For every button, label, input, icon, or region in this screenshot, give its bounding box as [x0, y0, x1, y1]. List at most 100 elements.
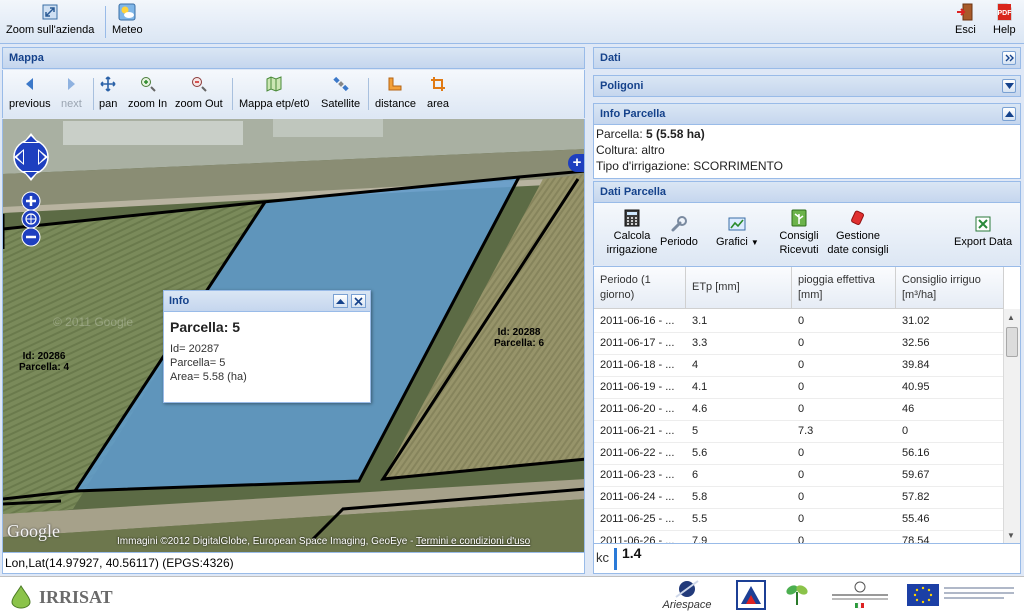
popup-collapse-button[interactable] [333, 294, 348, 308]
consigli-label: Consigli Ricevuti [779, 230, 819, 256]
poligoni-title: Poligoni [600, 80, 644, 92]
zoom-out-icon [191, 76, 207, 92]
expand-button[interactable] [1002, 79, 1016, 93]
satellite-logo-icon [675, 580, 699, 598]
zoom-control[interactable] [20, 191, 42, 247]
footer: IRRISAT Ariespace [0, 576, 1024, 614]
zoom-in-button[interactable]: zoom In [128, 76, 167, 110]
meteo-button[interactable]: Meteo [112, 3, 143, 36]
cell-consiglio: 46 [902, 403, 915, 415]
cell-periodo: 2011-06-16 - ... [600, 315, 675, 327]
export-data-button[interactable]: Export Data [954, 215, 1012, 249]
scroll-thumb[interactable] [1006, 327, 1018, 357]
collapse-button[interactable] [1002, 107, 1016, 121]
pan-button[interactable]: pan [99, 76, 117, 110]
area-button[interactable]: area [427, 76, 449, 110]
column-header-periodo[interactable]: Periodo (1 giorno) [594, 267, 686, 309]
cell-periodo: 2011-06-20 - ... [600, 403, 675, 415]
grid-header: Periodo (1 giorno) ETp [mm] pioggia effe… [594, 267, 1004, 309]
grafici-button[interactable]: Grafici ▼ [716, 215, 759, 250]
calcola-irrigazione-button[interactable]: Calcola irrigazione [606, 209, 658, 257]
dati-parcella-panel-header: Dati Parcella [593, 181, 1021, 203]
distance-label: distance [375, 98, 416, 110]
wrench-icon [670, 215, 688, 233]
consigli-ricevuti-button[interactable]: Consigli Ricevuti [776, 209, 822, 257]
irrigazione-line: Tipo d'irrigazione: SCORRIMENTO [596, 159, 784, 173]
grafici-label: Grafici ▼ [716, 236, 759, 248]
ministero-logo [828, 580, 892, 610]
cell-pioggia: 0 [798, 337, 805, 349]
table-row[interactable]: 2011-06-19 - ... 4.1 0 40.95 [594, 377, 1004, 399]
table-row[interactable]: 2011-06-17 - ... 3.3 0 32.56 [594, 333, 1004, 355]
zoom-extent-icon [41, 3, 59, 21]
toolbar-separator [105, 6, 106, 38]
column-header-pioggia[interactable]: pioggia effettiva [mm] [792, 267, 896, 309]
table-row[interactable]: 2011-06-20 - ... 4.6 0 46 [594, 399, 1004, 421]
zoom-azienda-button[interactable]: Zoom sull'azienda [6, 3, 94, 36]
area-crop-icon [430, 76, 446, 92]
ruler-icon [387, 76, 403, 92]
esci-button[interactable]: Esci [955, 3, 976, 36]
previous-button[interactable]: previous [9, 76, 51, 110]
gestione-date-button[interactable]: Gestione date consigli [824, 209, 892, 257]
ariespace-logo: Ariespace [655, 579, 719, 613]
table-row[interactable]: 2011-06-21 - ... 5 7.3 0 [594, 421, 1004, 443]
previous-label: previous [9, 98, 51, 110]
cell-consiglio: 56.16 [902, 447, 930, 459]
cell-pioggia: 0 [798, 491, 805, 503]
ariespace-name: Ariespace [662, 599, 712, 611]
table-row[interactable]: 2011-06-22 - ... 5.6 0 56.16 [594, 443, 1004, 465]
info-parcella-panel-header[interactable]: Info Parcella [593, 103, 1021, 125]
pan-label: pan [99, 98, 118, 110]
help-button[interactable]: PDF Help [993, 3, 1016, 36]
cell-etp: 5.8 [692, 491, 708, 503]
expand-button[interactable] [1002, 51, 1016, 65]
distance-button[interactable]: distance [375, 76, 416, 110]
attribution-text: Immagini ©2012 DigitalGlobe, European Sp… [117, 536, 414, 547]
zoom-out-button[interactable]: zoom Out [175, 76, 223, 110]
table-row[interactable]: 2011-06-23 - ... 6 0 59.67 [594, 465, 1004, 487]
cell-consiglio: 39.84 [902, 359, 930, 371]
eu-logo [906, 580, 1018, 610]
table-row[interactable]: 2011-06-25 - ... 5.5 0 55.46 [594, 509, 1004, 531]
coltura-line: Coltura: altro [596, 143, 665, 157]
cell-consiglio: 0 [902, 425, 909, 437]
cell-etp: 7.9 [692, 535, 708, 544]
cell-pioggia: 0 [798, 403, 805, 415]
popup-close-button[interactable] [351, 294, 366, 308]
dati-panel-header[interactable]: Dati [593, 47, 1021, 69]
satellite-button[interactable]: Satellite [321, 76, 360, 110]
cell-pioggia: 0 [798, 359, 805, 371]
terms-link[interactable]: Termini e condizioni d'uso [416, 536, 530, 547]
google-logo: Google [7, 521, 60, 541]
pan-control[interactable] [11, 129, 51, 185]
psr-logo [782, 580, 812, 610]
scroll-down-arrow[interactable]: ▼ [1007, 531, 1015, 540]
column-header-consiglio[interactable]: Consiglio irriguo [m³/ha] [896, 267, 1004, 309]
poligoni-panel-header[interactable]: Poligoni [593, 75, 1021, 97]
table-row[interactable]: 2011-06-18 - ... 4 0 39.84 [594, 355, 1004, 377]
mappa-etp-button[interactable]: Mappa etp/et0 [239, 76, 309, 110]
grid-scrollbar[interactable]: ▲ ▼ [1003, 309, 1020, 543]
cell-consiglio: 78.54 [902, 535, 930, 544]
table-row[interactable]: 2011-06-16 - ... 3.1 0 31.02 [594, 311, 1004, 333]
dropdown-arrow-icon: ▼ [750, 238, 759, 247]
weather-icon [118, 3, 136, 21]
next-button[interactable]: next [61, 76, 82, 110]
table-row[interactable]: 2011-06-24 - ... 5.8 0 57.82 [594, 487, 1004, 509]
cell-pioggia: 7.3 [798, 425, 814, 437]
column-header-etp[interactable]: ETp [mm] [686, 267, 792, 309]
parcella-value: 5 (5.58 ha) [646, 127, 705, 141]
layer-switcher-button[interactable]: + [568, 154, 584, 172]
popup-area: Area= 5.58 (ha) [170, 371, 247, 383]
coordinates-status: Lon,Lat(14.97927, 40.56117) (EPGS:4326) [2, 552, 585, 574]
cell-consiglio: 31.02 [902, 315, 930, 327]
irrisat-logo: IRRISAT [6, 585, 113, 609]
info-popup: Info Parcella: 5 Id= 20287 Parcella= 5 A… [163, 290, 371, 403]
area-label: area [427, 98, 450, 110]
triangle-up-icon [336, 298, 345, 304]
periodo-button[interactable]: Periodo [660, 215, 698, 249]
table-row[interactable]: 2011-06-26 - ... 7.9 0 78.54 [594, 531, 1004, 544]
scroll-up-arrow[interactable]: ▲ [1007, 313, 1015, 322]
cell-periodo: 2011-06-25 - ... [600, 513, 675, 525]
